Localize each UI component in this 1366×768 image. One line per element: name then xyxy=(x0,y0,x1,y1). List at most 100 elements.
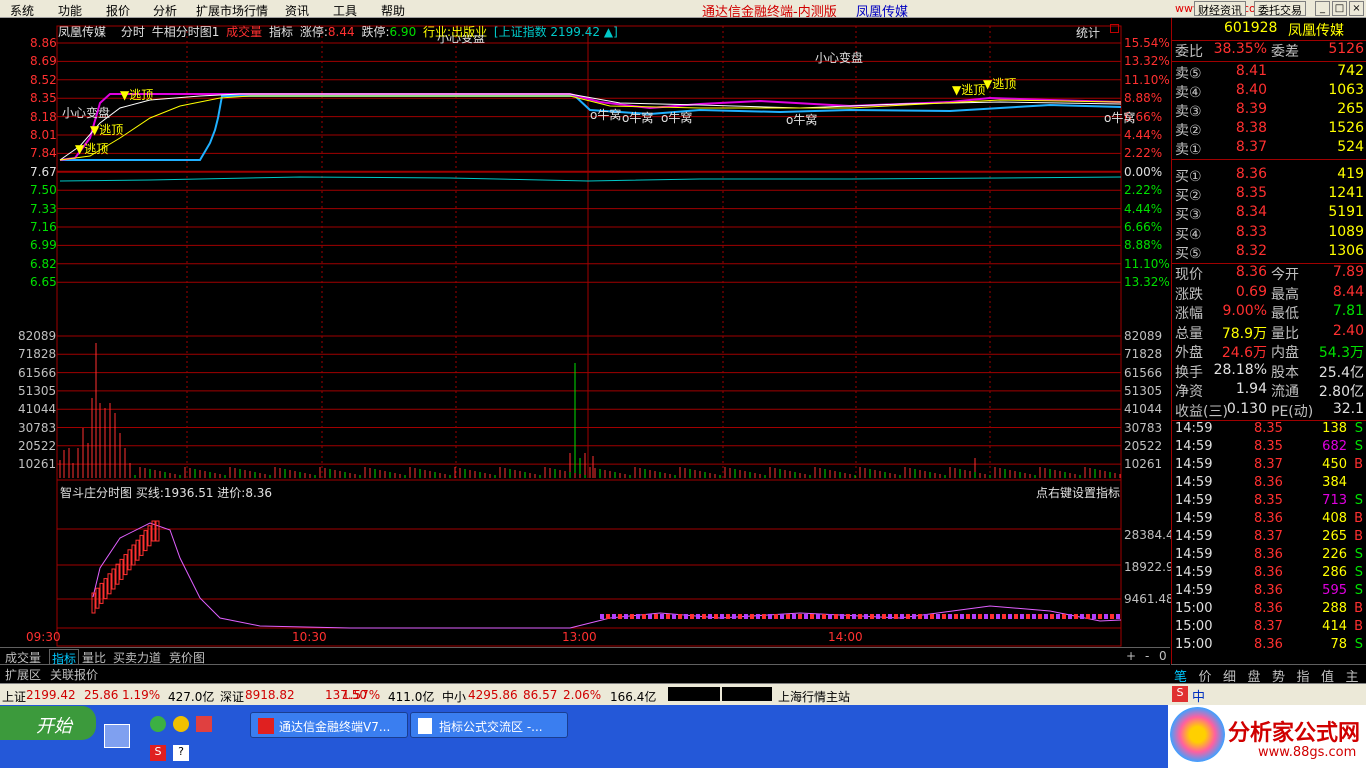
bid-level-row-cell: 8.36 xyxy=(1235,166,1267,182)
tick-row[interactable]: 14:59 8.35 138 S xyxy=(1172,421,1366,439)
stat-row[interactable]: 总量 78.9万 量比 2.40 xyxy=(1172,323,1366,342)
stat-row[interactable]: 收益(三) 0.130 PE(动) 32.1 xyxy=(1172,401,1366,420)
intraday-chart[interactable] xyxy=(0,18,1170,647)
quote-panel: 601928 凤凰传媒 委比 38.35% 委差 5126 卖⑤ 8.41 742 卖… xyxy=(1171,18,1366,682)
bid-level-row[interactable]: 买② 8.35 1241 xyxy=(1172,185,1366,204)
sh-index-value: 2199.42 xyxy=(26,688,76,702)
tick-cell: 14:59 xyxy=(1175,529,1213,544)
indicator-hint[interactable]: 点右键设置指标 xyxy=(1036,484,1120,501)
ask-level-row[interactable]: 卖③ 8.39 265 xyxy=(1172,101,1366,120)
ask-level-row[interactable]: 卖⑤ 8.41 742 xyxy=(1172,63,1366,82)
help-icon[interactable]: ? xyxy=(173,745,189,761)
price-tick-label: 8.18 xyxy=(30,109,57,124)
zoom-out-button[interactable]: - xyxy=(1145,649,1149,663)
ie-icon[interactable] xyxy=(150,716,166,732)
smb-index-amount: 166.4亿 xyxy=(610,690,657,704)
stat-row[interactable]: 换手 28.18% 股本 25.4亿 xyxy=(1172,362,1366,381)
ime-mode-icon[interactable]: 中 xyxy=(1192,686,1205,705)
zoom-in-button[interactable]: + xyxy=(1126,649,1136,663)
tdx-app-icon xyxy=(258,718,274,734)
bid-level-row[interactable]: 买① 8.36 419 xyxy=(1172,166,1366,185)
indicator-candle xyxy=(1020,614,1024,619)
tick-cell: 682 xyxy=(1322,439,1347,454)
app-quick-icon[interactable] xyxy=(196,716,212,732)
stat-row-cell: 外盘 xyxy=(1175,345,1203,361)
menu-quote[interactable]: 报价 xyxy=(106,2,130,19)
stat-row-cell: 78.9万 xyxy=(1221,325,1267,342)
sz-index-label[interactable]: 深证 xyxy=(220,688,244,705)
stat-row[interactable]: 涨跌 0.69 最高 8.44 xyxy=(1172,284,1366,303)
index-overlay-label[interactable]: [上证指数 2199.42 ▲] xyxy=(494,25,618,39)
menu-function[interactable]: 功能 xyxy=(58,2,82,19)
tab-indicator[interactable]: 指标 xyxy=(269,25,293,39)
tick-row[interactable]: 15:00 8.36 78 S xyxy=(1172,637,1366,655)
volume-tick-label: 61566 xyxy=(18,365,57,380)
tick-row[interactable]: 14:59 8.36 226 S xyxy=(1172,547,1366,565)
tick-row[interactable]: 14:59 8.36 286 S xyxy=(1172,565,1366,583)
expand-icon[interactable] xyxy=(1110,24,1119,33)
tick-cell: 15:00 xyxy=(1175,601,1213,616)
bottom-tabs: 成交量 指标 量比 买卖力道 竞价图 + - 0 xyxy=(0,647,1170,668)
cow-label: o牛窝 xyxy=(1104,111,1136,125)
stat-row[interactable]: 净资 1.94 流通 2.80亿 xyxy=(1172,381,1366,400)
media-icon[interactable] xyxy=(173,716,189,732)
percent-tick-label: 15.54% xyxy=(1124,36,1170,50)
stat-row-cell: 25.4亿 xyxy=(1318,364,1364,381)
trade-order-button[interactable]: 委托交易 xyxy=(1254,1,1306,17)
server-label[interactable]: 上海行情主站 xyxy=(778,688,850,705)
maximize-icon[interactable]: □ xyxy=(1332,1,1347,16)
menu-help[interactable]: 帮助 xyxy=(381,2,405,19)
tab-volume[interactable]: 成交量 xyxy=(226,25,262,39)
stat-row[interactable]: 现价 8.36 今开 7.89 xyxy=(1172,264,1366,283)
taskbar-item-forum[interactable]: 指标公式交流区 -... xyxy=(410,712,568,738)
ask-level-row[interactable]: 卖④ 8.40 1063 xyxy=(1172,82,1366,101)
stat-row[interactable]: 涨幅 9.00% 最低 7.81 xyxy=(1172,303,1366,322)
tab-extension[interactable]: 扩展区 xyxy=(5,666,41,683)
sz-index-amount: 411.0亿 xyxy=(388,690,435,704)
volume-tick-label: 71828 xyxy=(1124,347,1163,362)
bid-level-row[interactable]: 买③ 8.34 5191 xyxy=(1172,204,1366,223)
ask-level-row[interactable]: 卖① 8.37 524 xyxy=(1172,139,1366,158)
tick-row[interactable]: 15:00 8.36 288 B xyxy=(1172,601,1366,619)
start-button[interactable]: 开始 xyxy=(0,706,96,740)
finance-news-button[interactable]: 财经资讯 xyxy=(1194,1,1246,17)
ime-s-icon[interactable]: S xyxy=(1172,686,1188,702)
ask-level-row[interactable]: 卖② 8.38 1526 xyxy=(1172,120,1366,139)
tick-row[interactable]: 14:59 8.36 595 S xyxy=(1172,583,1366,601)
indicator-candle xyxy=(1002,614,1006,619)
tab-cow-indicator[interactable]: 牛相分时图1 xyxy=(152,25,220,39)
tick-row[interactable]: 14:59 8.37 265 B xyxy=(1172,529,1366,547)
stat-row[interactable]: 外盘 24.6万 内盘 54.3万 xyxy=(1172,342,1366,361)
stats-button[interactable]: 统计 xyxy=(1076,24,1100,41)
indicator-candle xyxy=(924,614,928,619)
menu-system[interactable]: 系统 xyxy=(10,2,34,19)
sh-index-label[interactable]: 上证 xyxy=(2,688,26,705)
tick-row[interactable]: 14:59 8.35 713 S xyxy=(1172,493,1366,511)
indicator-candle xyxy=(954,614,958,619)
menu-ext-market[interactable]: 扩展市场行情 xyxy=(196,2,268,19)
bid-level-row[interactable]: 买⑤ 8.32 1306 xyxy=(1172,243,1366,262)
indicator-candle xyxy=(648,614,652,619)
tick-row[interactable]: 14:59 8.36 408 B xyxy=(1172,511,1366,529)
close-icon[interactable]: × xyxy=(1349,1,1364,16)
tab-related-quote[interactable]: 关联报价 xyxy=(50,666,98,683)
show-desktop-icon[interactable] xyxy=(104,724,130,748)
tab-timeshare[interactable]: 分时 xyxy=(121,25,145,39)
tick-row[interactable]: 14:59 8.35 682 S xyxy=(1172,439,1366,457)
bid-level-row[interactable]: 买④ 8.33 1089 xyxy=(1172,224,1366,243)
indicator-candle xyxy=(942,614,946,619)
menu-tools[interactable]: 工具 xyxy=(333,2,357,19)
menu-analysis[interactable]: 分析 xyxy=(153,2,177,19)
sh-index-pct: 1.19% xyxy=(122,688,161,702)
zoom-reset-button[interactable]: 0 xyxy=(1159,649,1167,663)
ime-toolbar[interactable]: S 中 xyxy=(1168,684,1366,705)
tick-row[interactable]: 15:00 8.37 414 B xyxy=(1172,619,1366,637)
tick-row[interactable]: 14:59 8.37 450 B xyxy=(1172,457,1366,475)
minimize-icon[interactable]: _ xyxy=(1315,1,1330,16)
smb-index-label[interactable]: 中小 xyxy=(442,688,466,705)
menu-news[interactable]: 资讯 xyxy=(285,2,309,19)
sogou-icon[interactable]: S xyxy=(150,745,166,761)
tick-row[interactable]: 14:59 8.36 384 xyxy=(1172,475,1366,493)
volume-tick-label: 20522 xyxy=(18,438,57,453)
indicator-candle xyxy=(107,573,112,595)
